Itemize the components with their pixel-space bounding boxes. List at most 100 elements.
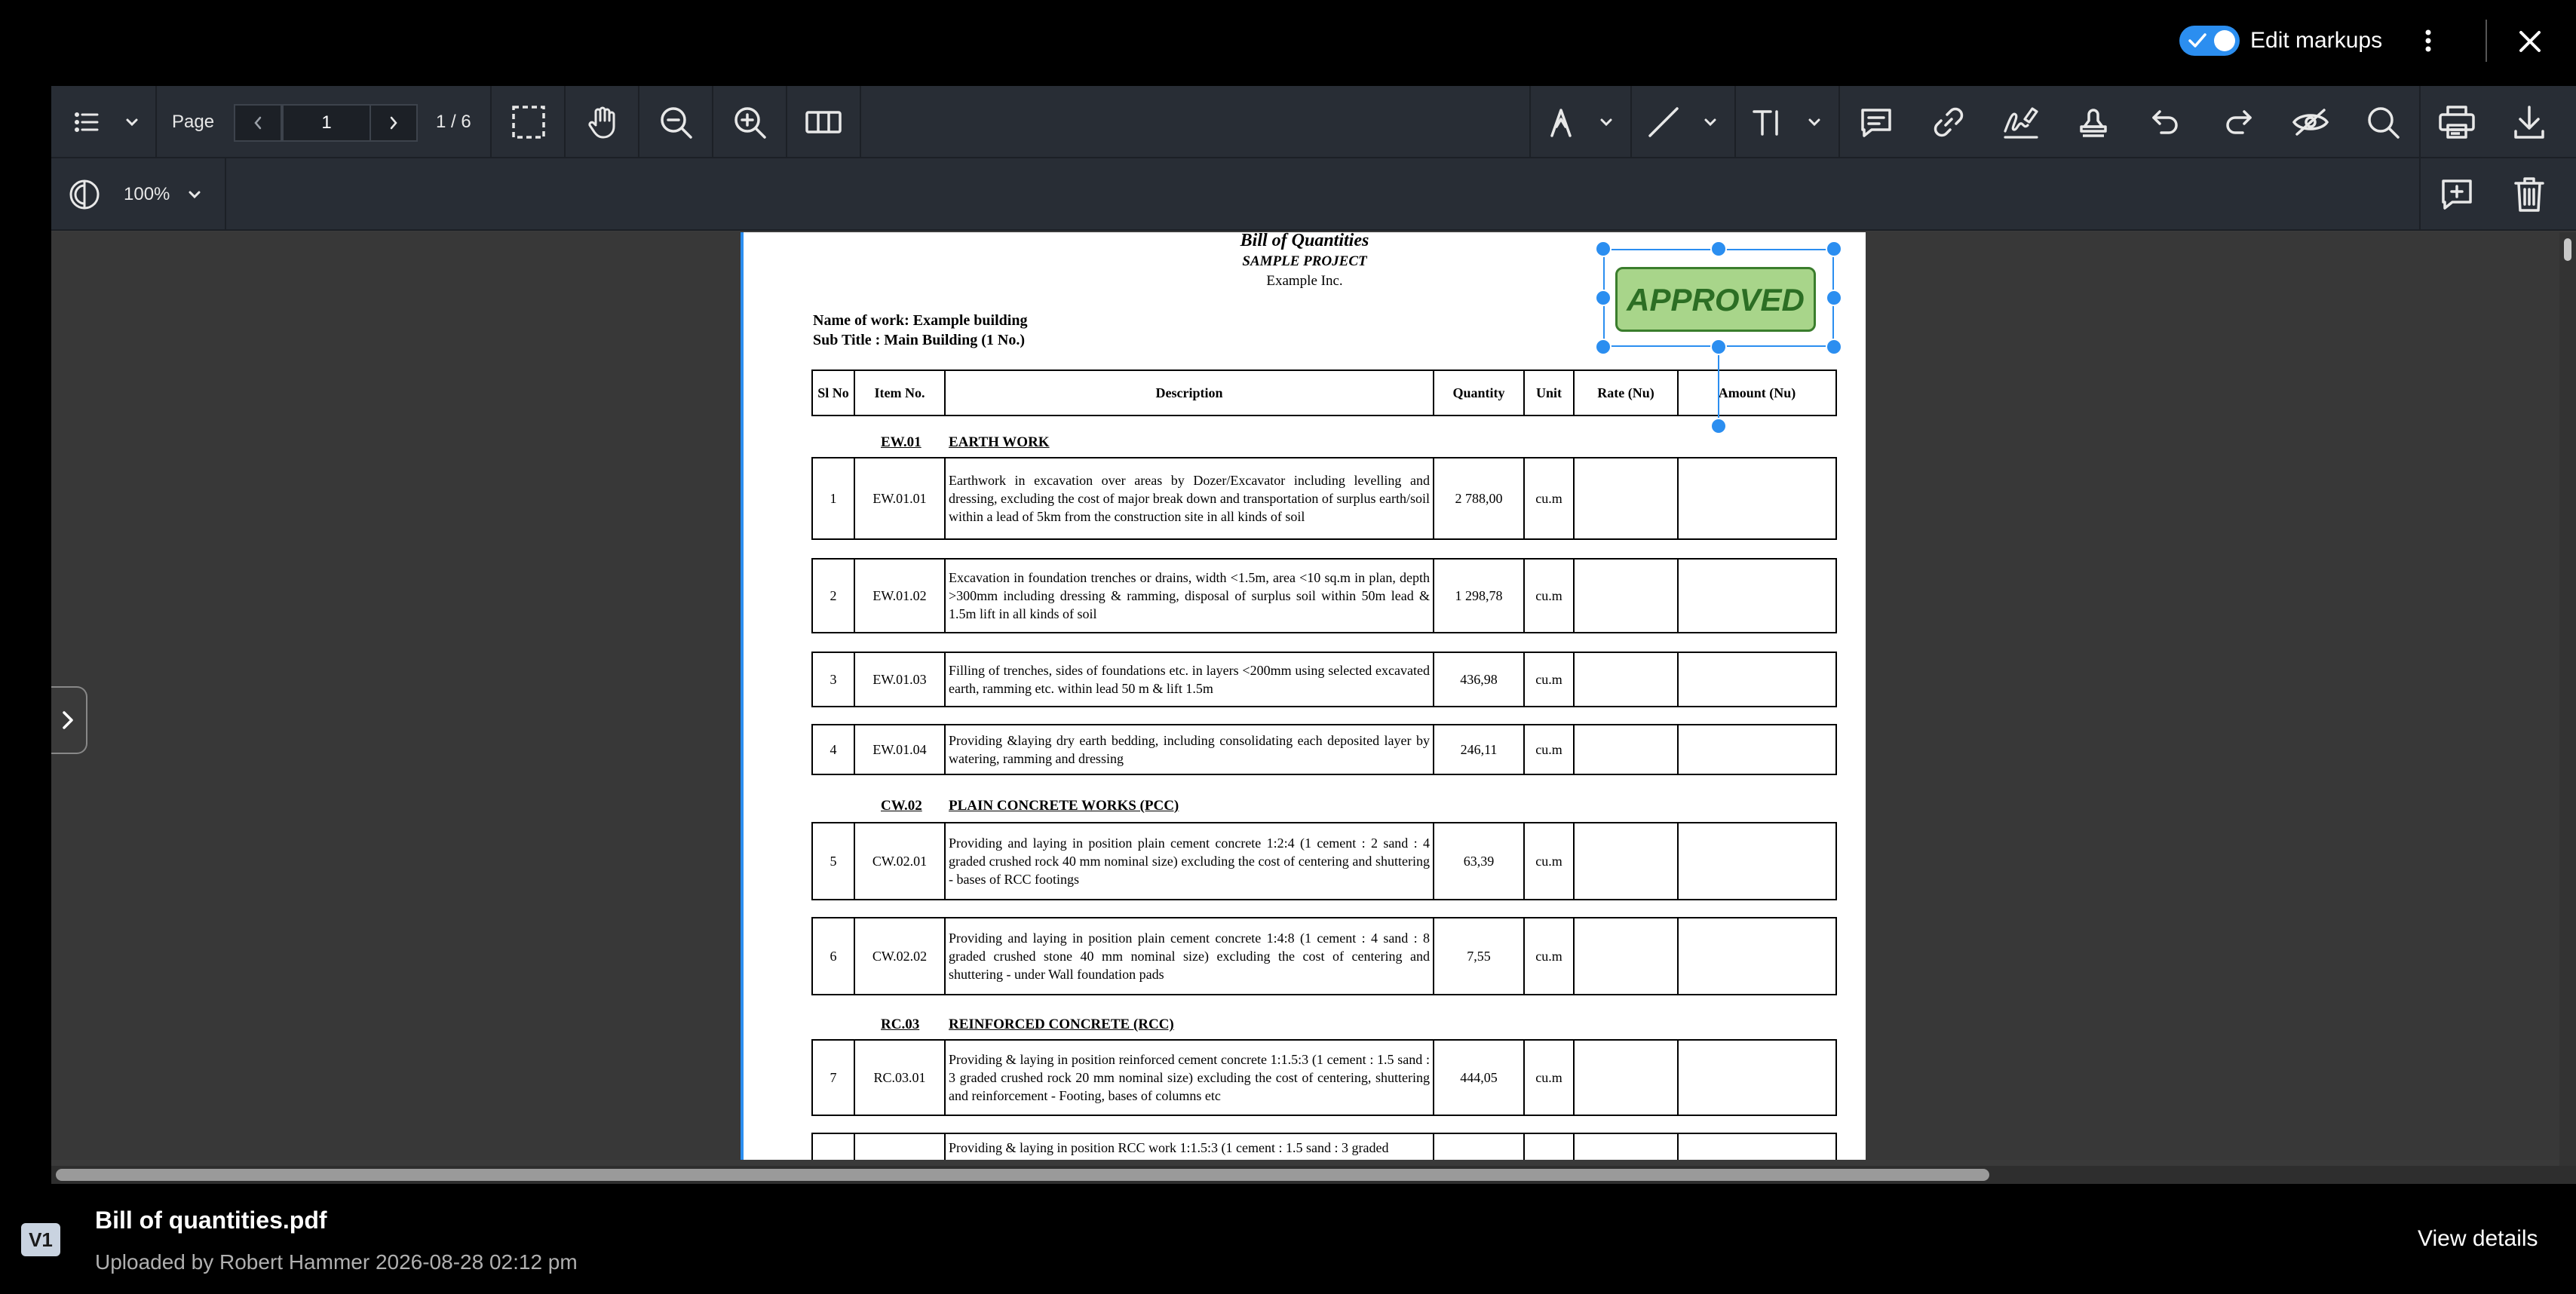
- add-comment-icon[interactable]: [2421, 158, 2493, 231]
- file-name: Bill of quantities.pdf: [95, 1207, 327, 1234]
- row-qty: [1433, 1133, 1525, 1160]
- vertical-scrollbar[interactable]: [2559, 232, 2576, 1166]
- chevron-down-icon[interactable]: [122, 86, 142, 158]
- resize-handle[interactable]: [1595, 290, 1612, 306]
- row-amount[interactable]: [1677, 652, 1837, 707]
- row-desc: Providing & laying in position reinforce…: [944, 1039, 1434, 1116]
- resize-handle[interactable]: [1826, 241, 1842, 257]
- row-rate[interactable]: [1573, 457, 1679, 540]
- table-row: 7 RC.03.01 Providing & laying in positio…: [811, 1039, 1837, 1116]
- row-rate[interactable]: [1573, 1039, 1679, 1116]
- boq-row-table: 1 EW.01.01 Earthwork in excavation over …: [811, 457, 1837, 540]
- top-separator: [2486, 20, 2487, 62]
- row-desc: Providing & laying in position RCC work …: [944, 1133, 1434, 1160]
- chevron-down-icon[interactable]: [1799, 86, 1829, 158]
- horizontal-scrollbar[interactable]: [51, 1166, 2576, 1184]
- chevron-down-icon[interactable]: [1591, 86, 1621, 158]
- row-sl: 1: [811, 457, 855, 540]
- download-icon[interactable]: [2493, 86, 2565, 158]
- resize-handle[interactable]: [1826, 290, 1842, 306]
- expand-sidebar-button[interactable]: [51, 686, 87, 754]
- resize-handle[interactable]: [1595, 339, 1612, 355]
- chevron-down-icon[interactable]: [179, 158, 210, 231]
- zoom-out-icon[interactable]: [639, 86, 712, 158]
- approved-stamp[interactable]: APPROVED: [1615, 267, 1816, 332]
- outline-list-icon[interactable]: [68, 86, 106, 158]
- next-page-button[interactable]: [370, 104, 418, 142]
- row-desc: Providing and laying in position plain c…: [944, 822, 1434, 900]
- row-item: CW.02.02: [854, 917, 946, 995]
- edit-markups-toggle[interactable]: [2179, 26, 2240, 56]
- pan-hand-icon[interactable]: [566, 86, 638, 158]
- row-rate[interactable]: [1573, 1133, 1679, 1160]
- section-code: EW.01: [881, 434, 922, 450]
- chevron-down-icon[interactable]: [1695, 86, 1725, 158]
- toolbar-separator: [225, 158, 226, 231]
- row-amount[interactable]: [1677, 1133, 1837, 1160]
- line-tool-icon[interactable]: [1632, 86, 1695, 158]
- row-rate[interactable]: [1573, 724, 1679, 775]
- resize-handle[interactable]: [1710, 339, 1727, 355]
- row-unit: cu.m: [1523, 822, 1575, 900]
- row-rate[interactable]: [1573, 822, 1679, 900]
- row-rate[interactable]: [1573, 558, 1679, 633]
- resize-handle[interactable]: [1595, 241, 1612, 257]
- row-sl: 2: [811, 558, 855, 633]
- row-qty: 63,39: [1433, 822, 1525, 900]
- row-amount[interactable]: [1677, 1039, 1837, 1116]
- row-item: EW.01.02: [854, 558, 946, 633]
- delete-trash-icon[interactable]: [2493, 158, 2565, 231]
- rotate-handle[interactable]: [1710, 418, 1727, 434]
- page-count: 1 / 6: [436, 112, 471, 132]
- contrast-icon[interactable]: [60, 158, 109, 231]
- resize-handle[interactable]: [1826, 339, 1842, 355]
- horizontal-scroll-thumb[interactable]: [56, 1169, 1989, 1181]
- page-number-input[interactable]: 1: [282, 104, 371, 142]
- row-unit: cu.m: [1523, 724, 1575, 775]
- resize-handle[interactable]: [1710, 241, 1727, 257]
- row-qty: 1 298,78: [1433, 558, 1525, 633]
- col-quantity: Quantity: [1433, 369, 1525, 416]
- text-tool-icon[interactable]: [1736, 86, 1799, 158]
- view-details-link[interactable]: View details: [2418, 1226, 2538, 1252]
- previous-page-button[interactable]: [234, 104, 282, 142]
- vertical-scroll-thumb[interactable]: [2564, 238, 2571, 261]
- row-amount[interactable]: [1677, 457, 1837, 540]
- row-desc: Excavation in foundation trenches or dra…: [944, 558, 1434, 633]
- row-amount[interactable]: [1677, 917, 1837, 995]
- row-rate[interactable]: [1573, 917, 1679, 995]
- section-name: EARTH WORK: [949, 434, 1050, 450]
- row-desc: Earthwork in excavation over areas by Do…: [944, 457, 1434, 540]
- row-amount[interactable]: [1677, 724, 1837, 775]
- comment-icon[interactable]: [1840, 86, 1912, 158]
- zoom-in-icon[interactable]: [713, 86, 786, 158]
- stamp-icon[interactable]: [2057, 86, 2130, 158]
- boq-row-table: 6 CW.02.02 Providing and laying in posit…: [811, 917, 1837, 995]
- more-options-icon[interactable]: [2413, 26, 2443, 56]
- redo-icon[interactable]: [2202, 86, 2274, 158]
- undo-icon[interactable]: [2130, 86, 2202, 158]
- version-badge[interactable]: V1: [21, 1223, 60, 1256]
- page-layout-icon[interactable]: [787, 86, 860, 158]
- table-row: 1 EW.01.01 Earthwork in excavation over …: [811, 457, 1837, 540]
- col-item-no: Item No.: [854, 369, 946, 416]
- row-sl: 4: [811, 724, 855, 775]
- document-canvas[interactable]: Bill of Quantities SAMPLE PROJECT Exampl…: [51, 232, 2576, 1160]
- row-rate[interactable]: [1573, 652, 1679, 707]
- chevron-right-icon: [63, 711, 73, 729]
- toolbar-separator: [490, 86, 492, 158]
- zoom-level[interactable]: 100%: [124, 158, 170, 231]
- marquee-select-icon[interactable]: [493, 86, 564, 158]
- close-icon[interactable]: [2511, 23, 2549, 60]
- signature-icon[interactable]: [1985, 86, 2057, 158]
- print-icon[interactable]: [2421, 86, 2493, 158]
- link-icon[interactable]: [1912, 86, 1985, 158]
- row-sl: 7: [811, 1039, 855, 1116]
- row-amount[interactable]: [1677, 558, 1837, 633]
- hide-annotations-icon[interactable]: [2274, 86, 2347, 158]
- table-row: Providing & laying in position RCC work …: [811, 1133, 1837, 1160]
- row-sl: 3: [811, 652, 855, 707]
- row-amount[interactable]: [1677, 822, 1837, 900]
- search-icon[interactable]: [2347, 86, 2419, 158]
- pen-tool-icon[interactable]: [1531, 86, 1591, 158]
